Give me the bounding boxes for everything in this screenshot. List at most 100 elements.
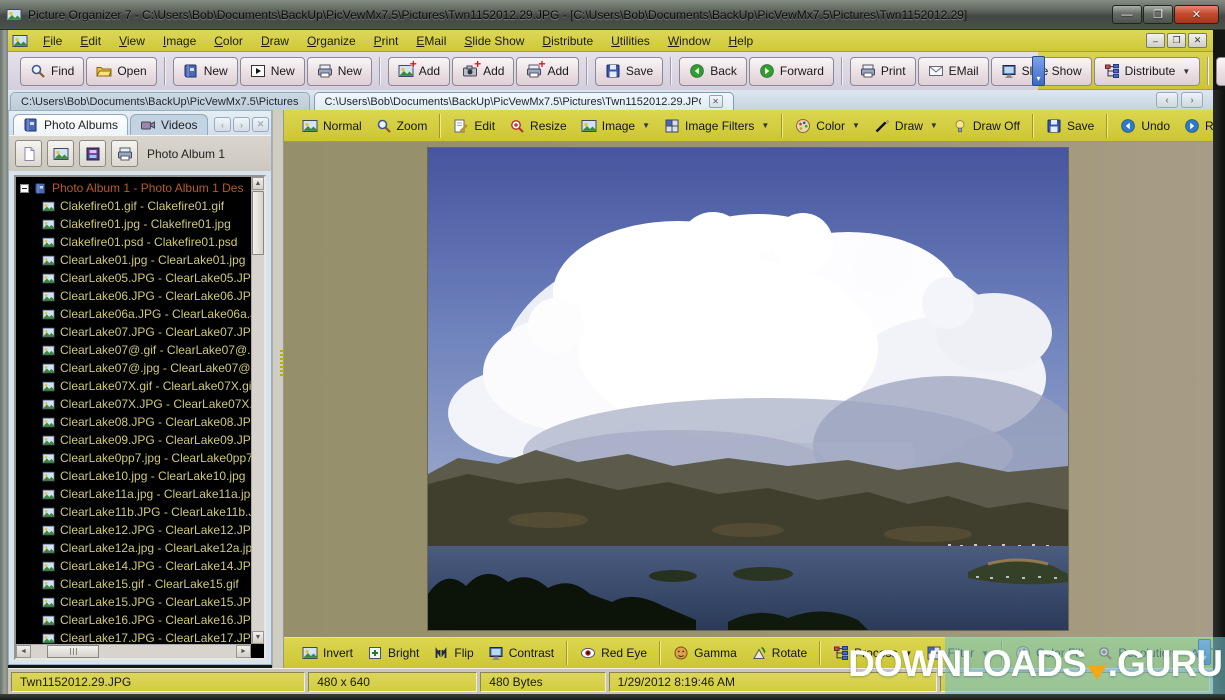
tree-item[interactable]: ClearLake11a.jpg - ClearLake11a.jpg — [16, 485, 251, 503]
image-filters-button[interactable]: Image Filters▼ — [657, 113, 776, 139]
add-button[interactable]: Add — [516, 57, 578, 86]
draw-off-button[interactable]: Draw Off — [945, 113, 1027, 139]
menu-view[interactable]: View — [110, 32, 154, 50]
tab-scroll-left-button[interactable]: ‹ — [1156, 92, 1178, 108]
tree-item[interactable]: ClearLake14.JPG - ClearLake14.JPG — [16, 557, 251, 575]
minimize-button[interactable]: — — [1112, 5, 1142, 24]
tree-root-album[interactable]: Photo Album 1 - Photo Album 1 Des — [16, 179, 251, 197]
tree-expander-icon[interactable] — [20, 184, 29, 193]
new-button[interactable]: New — [307, 57, 372, 86]
resize-button[interactable]: Resize — [502, 113, 574, 139]
sidebar-close-button[interactable]: ✕ — [252, 117, 269, 132]
path-tab-2[interactable]: C:\Users\Bob\Documents\BackUp\PicVewMx7.… — [314, 92, 734, 110]
menu-image[interactable]: Image — [154, 32, 205, 50]
tree-item[interactable]: Clakefire01.gif - Clakefire01.gif — [16, 197, 251, 215]
panel-splitter[interactable] — [272, 110, 284, 668]
gamma-button[interactable]: Gamma — [666, 640, 744, 666]
scroll-up-arrow-icon[interactable]: ▲ — [252, 177, 264, 190]
scroll-right-arrow-icon[interactable]: ► — [236, 645, 251, 658]
maximize-button[interactable]: ❐ — [1143, 5, 1173, 24]
flip-button[interactable]: Flip — [426, 640, 480, 666]
tree-vertical-scrollbar[interactable]: ▲ ▼ — [251, 177, 264, 644]
close-button[interactable]: ✕ — [1174, 5, 1219, 24]
tree-item[interactable]: ClearLake09.JPG - ClearLake09.JPG — [16, 431, 251, 449]
image-button[interactable]: Image▼ — [574, 113, 657, 139]
tree-item[interactable]: ClearLake15.gif - ClearLake15.gif — [16, 575, 251, 593]
open-button[interactable]: Open — [86, 57, 156, 86]
tree-item[interactable]: ClearLake07@.gif - ClearLake07@.gif — [16, 341, 251, 359]
menu-print[interactable]: Print — [365, 32, 408, 50]
mdi-close-button[interactable]: ✕ — [1188, 33, 1207, 48]
new-button[interactable]: New — [173, 57, 238, 86]
horizontal-scroll-thumb[interactable] — [47, 645, 99, 658]
find-button[interactable]: Find — [20, 57, 84, 86]
rotate-button[interactable]: Rotate — [744, 640, 814, 666]
normal-button[interactable]: Normal — [295, 113, 369, 139]
tree-item[interactable]: ClearLake07@.jpg - ClearLake07@.jpg — [16, 359, 251, 377]
menu-help[interactable]: Help — [720, 32, 763, 50]
tree-item[interactable]: ClearLake15.JPG - ClearLake15.JPG — [16, 593, 251, 611]
tree-item[interactable]: ClearLake08.JPG - ClearLake08.JPG — [16, 413, 251, 431]
tree-item[interactable]: Clakefire01.psd - Clakefire01.psd — [16, 233, 251, 251]
print-button[interactable]: Print — [850, 57, 916, 86]
image-canvas[interactable] — [284, 142, 1213, 637]
save-button[interactable]: Save — [1039, 113, 1101, 139]
scroll-left-arrow-icon[interactable]: ◄ — [16, 645, 31, 658]
edit-button[interactable]: Edit — [446, 113, 502, 139]
tree-item[interactable]: ClearLake07.JPG - ClearLake07.JPG — [16, 323, 251, 341]
tree-item[interactable]: ClearLake17.JPG - ClearLake17.JPG — [16, 629, 251, 644]
tree-item[interactable]: ClearLake06.JPG - ClearLake06.JPG — [16, 287, 251, 305]
menu-window[interactable]: Window — [659, 32, 720, 50]
sidebar-tab-photo-albums[interactable]: Photo Albums — [13, 114, 128, 135]
palette-button[interactable] — [1216, 57, 1225, 86]
forward-button[interactable]: Forward — [749, 57, 834, 86]
email-button[interactable]: EMail — [918, 57, 989, 86]
tab-close-icon[interactable]: ✕ — [709, 95, 723, 108]
menu-draw[interactable]: Draw — [252, 32, 298, 50]
tree-item[interactable]: ClearLake0pp7.jpg - ClearLake0pp7.jpg — [16, 449, 251, 467]
toolbar-overflow-button[interactable]: ▾ — [1032, 56, 1045, 86]
vertical-scroll-thumb[interactable] — [252, 191, 264, 255]
tree-item[interactable]: ClearLake07X.gif - ClearLake07X.gif — [16, 377, 251, 395]
tree-item[interactable]: ClearLake16.JPG - ClearLake16.JPG — [16, 611, 251, 629]
add-button[interactable]: Add — [388, 57, 450, 86]
tree-item[interactable]: ClearLake12.JPG - ClearLake12.JPG — [16, 521, 251, 539]
menu-color[interactable]: Color — [205, 32, 252, 50]
color-button[interactable]: Color▼ — [788, 113, 867, 139]
tree-item[interactable]: ClearLake05.JPG - ClearLake05.JPG — [16, 269, 251, 287]
menu-utilities[interactable]: Utilities — [602, 32, 659, 50]
sidebar-tab-videos[interactable]: Videos — [130, 114, 207, 135]
filmstrip-button[interactable] — [79, 140, 106, 167]
menu-file[interactable]: File — [34, 32, 71, 50]
menu-email[interactable]: EMail — [407, 32, 455, 50]
add-button[interactable]: Add — [452, 57, 514, 86]
tree-item[interactable]: ClearLake10.jpg - ClearLake10.jpg — [16, 467, 251, 485]
bright-button[interactable]: Bright — [360, 640, 426, 666]
scroll-down-arrow-icon[interactable]: ▼ — [252, 631, 264, 644]
invert-button[interactable]: Invert — [295, 640, 360, 666]
back-button[interactable]: Back — [679, 57, 747, 86]
tree-item[interactable]: ClearLake06a.JPG - ClearLake06a.JPG — [16, 305, 251, 323]
tree-item[interactable]: ClearLake11b.JPG - ClearLake11b.JPG — [16, 503, 251, 521]
undo-button[interactable]: Undo — [1113, 113, 1177, 139]
menu-edit[interactable]: Edit — [71, 32, 110, 50]
new-page-button[interactable] — [15, 140, 42, 167]
new-button[interactable]: New — [240, 57, 305, 86]
tree-item[interactable]: Clakefire01.jpg - Clakefire01.jpg — [16, 215, 251, 233]
tree-horizontal-scrollbar[interactable]: ◄ ► — [16, 644, 251, 658]
menu-distribute[interactable]: Distribute — [533, 32, 602, 50]
tree-item[interactable]: ClearLake01.jpg - ClearLake01.jpg — [16, 251, 251, 269]
path-tab-1[interactable]: C:\Users\Bob\Documents\BackUp\PicVewMx7.… — [10, 92, 310, 110]
menu-organize[interactable]: Organize — [298, 32, 365, 50]
sidebar-forward-button[interactable]: › — [233, 117, 250, 132]
mdi-minimize-button[interactable]: – — [1146, 33, 1165, 48]
menu-slide-show[interactable]: Slide Show — [455, 32, 533, 50]
tree-item[interactable]: ClearLake07X.JPG - ClearLake07X.JPG — [16, 395, 251, 413]
mdi-restore-button[interactable]: ❐ — [1167, 33, 1186, 48]
sidebar-back-button[interactable]: ‹ — [214, 117, 231, 132]
draw-button[interactable]: Draw▼ — [867, 113, 945, 139]
contrast-button[interactable]: Contrast — [481, 640, 561, 666]
tree-item[interactable]: ClearLake12a.jpg - ClearLake12a.jpg — [16, 539, 251, 557]
red-eye-button[interactable]: Red Eye — [573, 640, 654, 666]
tab-scroll-right-button[interactable]: › — [1181, 92, 1203, 108]
